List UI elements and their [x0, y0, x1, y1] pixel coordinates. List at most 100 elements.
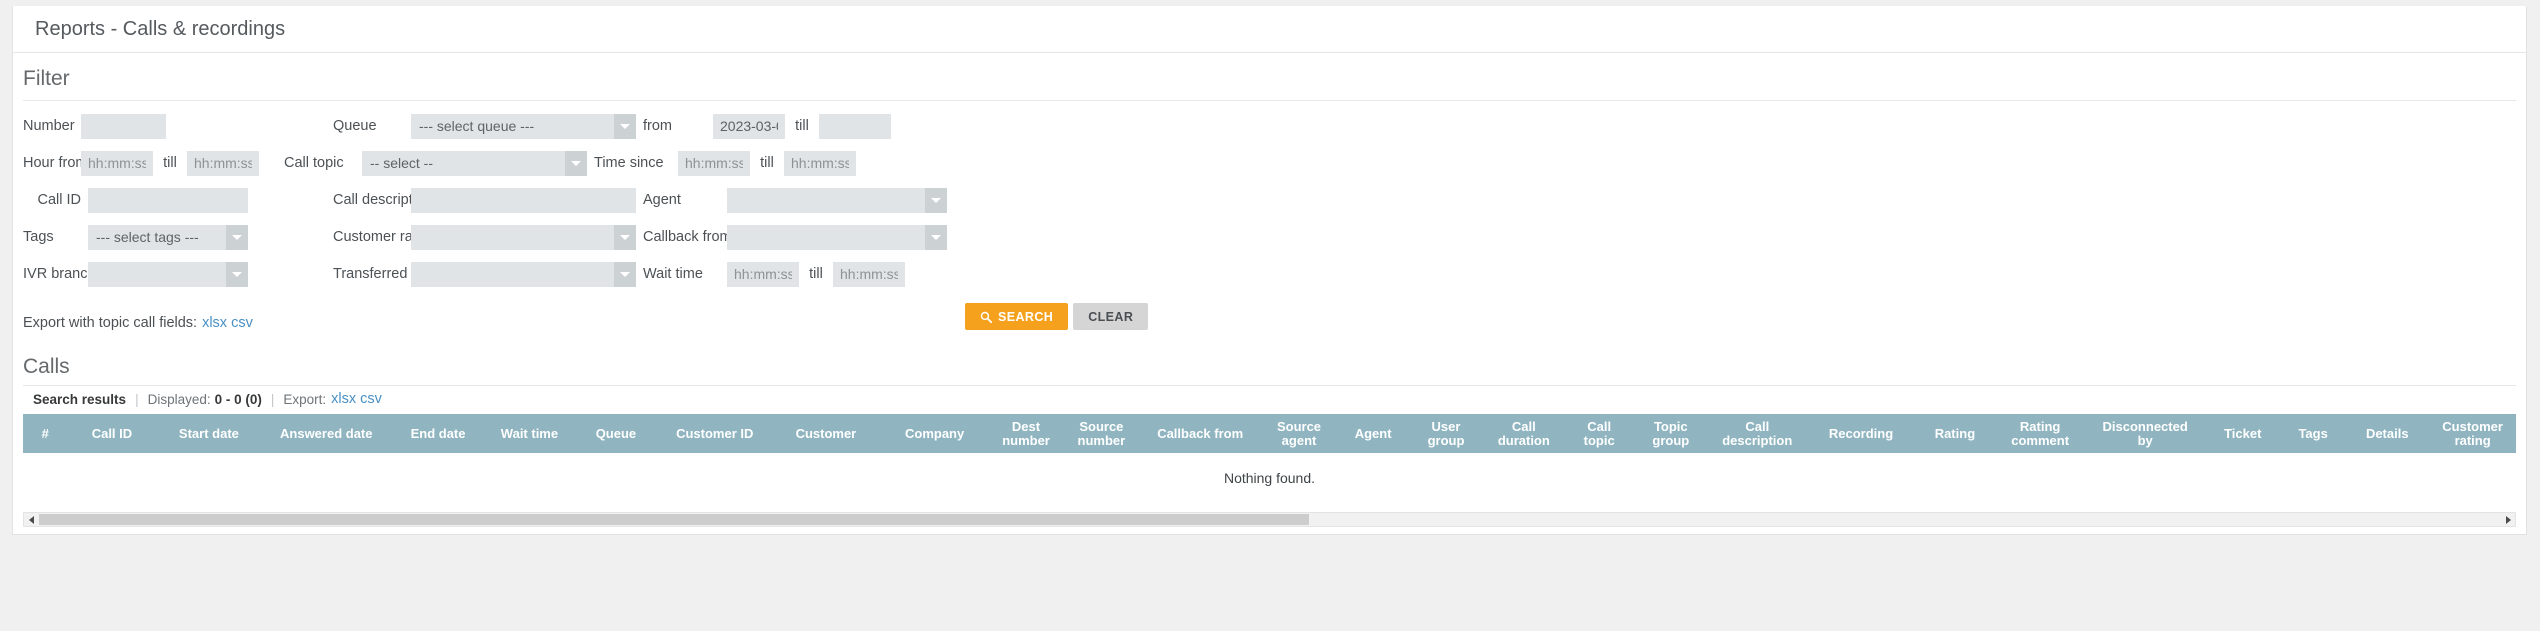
- results-bar: Search results | Displayed: 0 - 0 (0) | …: [23, 385, 2516, 414]
- label-customer-rating: Customer rating: [333, 229, 437, 245]
- export-xlsx-link[interactable]: xlsx: [202, 315, 227, 331]
- chevron-down-icon: [925, 224, 947, 250]
- label-transferred-to: Transferred to: [333, 266, 424, 282]
- callback-from-select[interactable]: [727, 224, 947, 250]
- column-header-topic-group[interactable]: Topic group: [1633, 414, 1708, 454]
- queue-select[interactable]: --- select queue ---: [411, 113, 636, 139]
- column-header-agent[interactable]: Agent: [1337, 414, 1409, 454]
- agent-select[interactable]: [727, 187, 947, 213]
- page-title: Reports - Calls & recordings: [35, 17, 286, 40]
- scroll-left-arrow-icon[interactable]: [24, 513, 38, 526]
- separator: |: [270, 391, 275, 407]
- column-header-call-duration[interactable]: Call duration: [1483, 414, 1565, 454]
- results-export-xlsx-link[interactable]: xlsx: [331, 391, 356, 407]
- label-number: Number: [23, 118, 75, 134]
- queue-select-value: --- select queue ---: [419, 118, 535, 134]
- column-header-end-date[interactable]: End date: [391, 414, 485, 454]
- label-time-since-till: till: [760, 155, 774, 171]
- separator: |: [135, 391, 139, 407]
- column-header-call-id[interactable]: Call ID: [67, 414, 157, 454]
- hour-till-input[interactable]: [187, 150, 259, 176]
- filter-row-ivr: IVR branch Transferred to Wait time till: [13, 260, 2526, 288]
- results-export-csv-link[interactable]: csv: [360, 391, 382, 407]
- filter-row-hour: Hour from till Call topic -- select -- T…: [13, 149, 2526, 177]
- label-wait-time: Wait time: [643, 266, 703, 282]
- hour-from-input[interactable]: [81, 150, 153, 176]
- column-header-details[interactable]: Details: [2345, 414, 2430, 454]
- label-agent: Agent: [643, 192, 681, 208]
- column-header-#[interactable]: #: [23, 414, 68, 454]
- calls-table-head: # Call ID Start date Answered date End date W…: [23, 414, 2516, 454]
- column-header-company[interactable]: Company: [880, 414, 989, 454]
- column-header-call-topic[interactable]: Call topic: [1564, 414, 1634, 454]
- label-callback-from: Callback from: [643, 229, 732, 245]
- column-header-call-description[interactable]: Call description: [1707, 414, 1807, 454]
- column-header-start-date[interactable]: Start date: [156, 414, 262, 454]
- column-header-user-group[interactable]: User group: [1408, 414, 1484, 454]
- column-header-wait-time[interactable]: Wait time: [484, 414, 574, 454]
- column-header-disconnected-by[interactable]: Disconnected by: [2085, 414, 2205, 454]
- time-since-from-input[interactable]: [678, 150, 750, 176]
- label-call-topic: Call topic: [284, 155, 344, 171]
- empty-message: Nothing found.: [23, 453, 2516, 507]
- time-since-till-input[interactable]: [784, 150, 856, 176]
- column-header-customer-rating[interactable]: Customer rating: [2429, 414, 2516, 454]
- customer-rating-select[interactable]: [411, 224, 636, 250]
- column-header-recording[interactable]: Recording: [1806, 414, 1916, 454]
- page-header: Reports - Calls & recordings: [13, 6, 2526, 53]
- wait-time-till-input[interactable]: [833, 261, 905, 287]
- tags-select[interactable]: --- select tags ---: [88, 224, 248, 250]
- date-till-input[interactable]: [819, 113, 891, 139]
- transferred-to-select[interactable]: [411, 261, 636, 287]
- number-input[interactable]: [81, 113, 166, 139]
- displayed-value: 0 - 0 (0): [214, 391, 262, 407]
- column-header-queue[interactable]: Queue: [573, 414, 658, 454]
- column-header-customer-id[interactable]: Customer ID: [657, 414, 772, 454]
- ivr-branch-select[interactable]: [88, 261, 248, 287]
- date-from-input[interactable]: [713, 113, 785, 139]
- call-description-input[interactable]: [411, 187, 636, 213]
- column-header-source-number[interactable]: Source number: [1063, 414, 1140, 454]
- clear-button[interactable]: CLEAR: [1073, 303, 1149, 330]
- filter-row-callid: Call ID Call description Agent: [13, 186, 2526, 214]
- column-header-ticket[interactable]: Ticket: [2204, 414, 2282, 454]
- page-root: Reports - Calls & recordings Filter Numb…: [0, 0, 2540, 631]
- calls-table: # Call ID Start date Answered date End date W…: [23, 414, 2516, 507]
- calls-section-title: Calls: [23, 355, 70, 378]
- table-empty-row: Nothing found.: [23, 453, 2516, 507]
- label-date-from: from: [643, 118, 672, 134]
- chevron-down-icon: [226, 224, 248, 250]
- chevron-down-icon: [614, 261, 636, 287]
- panel-bottom-padding: [13, 527, 2526, 534]
- call-topic-select[interactable]: -- select --: [362, 150, 587, 176]
- column-header-dest-number[interactable]: Dest number: [988, 414, 1064, 454]
- call-id-input[interactable]: [88, 187, 248, 213]
- column-header-rating-comment[interactable]: Rating comment: [1994, 414, 2086, 454]
- column-header-rating[interactable]: Rating: [1915, 414, 1995, 454]
- label-hour-till: till: [163, 155, 177, 171]
- filter-section-title: Filter: [23, 67, 70, 90]
- label-wait-time-till: till: [809, 266, 823, 282]
- calls-table-viewport: # Call ID Start date Answered date End date W…: [23, 414, 2516, 507]
- column-header-source-agent[interactable]: Source agent: [1260, 414, 1338, 454]
- scroll-right-arrow-icon[interactable]: [2501, 513, 2515, 526]
- column-header-callback-from[interactable]: Callback from: [1139, 414, 1261, 454]
- chevron-down-icon: [614, 113, 636, 139]
- results-export-label: Export:: [283, 391, 327, 407]
- displayed-label: Displayed:: [147, 391, 211, 407]
- search-button[interactable]: SEARCH: [965, 303, 1069, 330]
- filter-row-number: Number Queue --- select queue --- from t…: [13, 112, 2526, 140]
- label-time-since: Time since: [594, 155, 664, 171]
- chevron-down-icon: [226, 261, 248, 287]
- search-results-label: Search results: [33, 391, 127, 407]
- column-header-customer[interactable]: Customer: [771, 414, 881, 454]
- scrollbar-thumb[interactable]: [39, 514, 1309, 526]
- column-header-answered-date[interactable]: Answered date: [261, 414, 392, 454]
- label-call-description: Call description: [333, 192, 433, 208]
- export-csv-link[interactable]: csv: [231, 315, 253, 331]
- search-icon: [980, 311, 992, 323]
- column-header-tags[interactable]: Tags: [2281, 414, 2346, 454]
- wait-time-from-input[interactable]: [727, 261, 799, 287]
- content-panel: Reports - Calls & recordings Filter Numb…: [12, 6, 2527, 536]
- horizontal-scrollbar[interactable]: [23, 512, 2516, 528]
